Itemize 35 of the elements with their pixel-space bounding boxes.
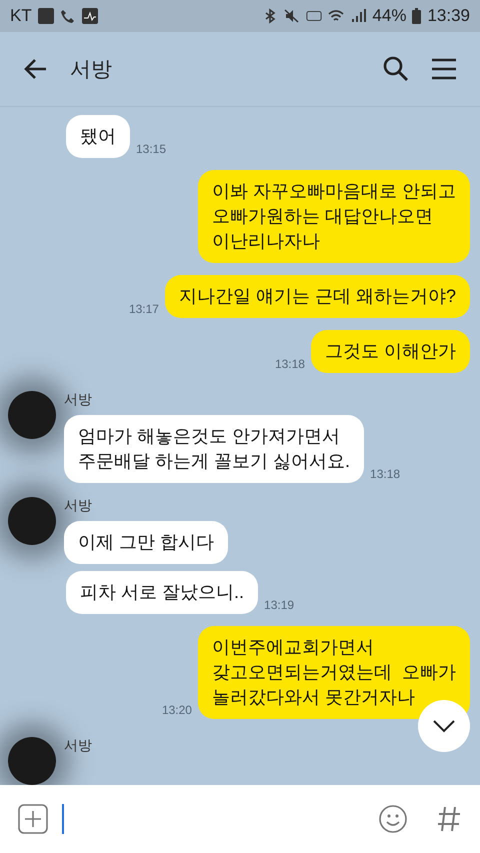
avatar[interactable] — [8, 496, 56, 544]
sender-name: 서방 — [64, 737, 92, 755]
phone-icon — [60, 8, 76, 24]
chat-title: 서방 — [70, 57, 113, 83]
message-bubble: 이제 그만 합시다 — [64, 520, 228, 564]
activity-icon — [82, 8, 98, 24]
message-bubble: 그것도 이해안가 — [310, 330, 470, 373]
battery-percent: 44% — [372, 6, 406, 26]
hashtag-icon[interactable] — [436, 804, 462, 834]
search-icon[interactable] — [382, 55, 410, 83]
message-bubble: 이봐 자꾸오빠마음대로 안되고 오빠가원하는 대답안나오면 이난리나자나 — [198, 170, 470, 263]
message-time: 13:15 — [136, 142, 166, 158]
emoji-icon[interactable] — [378, 804, 408, 834]
carrier: KT — [10, 6, 32, 26]
message-bubble: 지나간일 얘기는 근데 왜하는거야? — [164, 275, 470, 318]
message-input-bar[interactable] — [0, 785, 480, 853]
avatar[interactable] — [8, 391, 56, 439]
message-time: 13:18 — [274, 357, 305, 373]
signal-icon — [350, 8, 366, 24]
message-bubble: 이번주에교회가면서 갖고오면되는거였는데 오빠가 놀러갔다와서 못간거자나 — [198, 626, 470, 719]
message-bubble: 됐어 — [66, 115, 130, 158]
add-icon[interactable] — [18, 804, 48, 834]
message-time: 13:18 — [370, 467, 400, 483]
chevron-down-icon — [432, 719, 456, 733]
battery-icon — [412, 8, 422, 24]
sender-name: 서방 — [64, 496, 93, 514]
message-time: 13:19 — [264, 598, 294, 614]
message-time: 13:17 — [128, 302, 159, 318]
message-time: 13:20 — [162, 703, 192, 719]
avatar[interactable] — [8, 737, 56, 785]
clock: 13:39 — [427, 6, 470, 26]
message-bubble: 엄마가 해놓은것도 안가져가면서 주문배달 하는게 꼴보기 싫어서요. — [64, 415, 364, 483]
message-bubble: 피차 서로 잘났으니.. — [66, 571, 258, 614]
mute-icon — [284, 8, 300, 24]
sender-name: 서방 — [64, 391, 93, 409]
